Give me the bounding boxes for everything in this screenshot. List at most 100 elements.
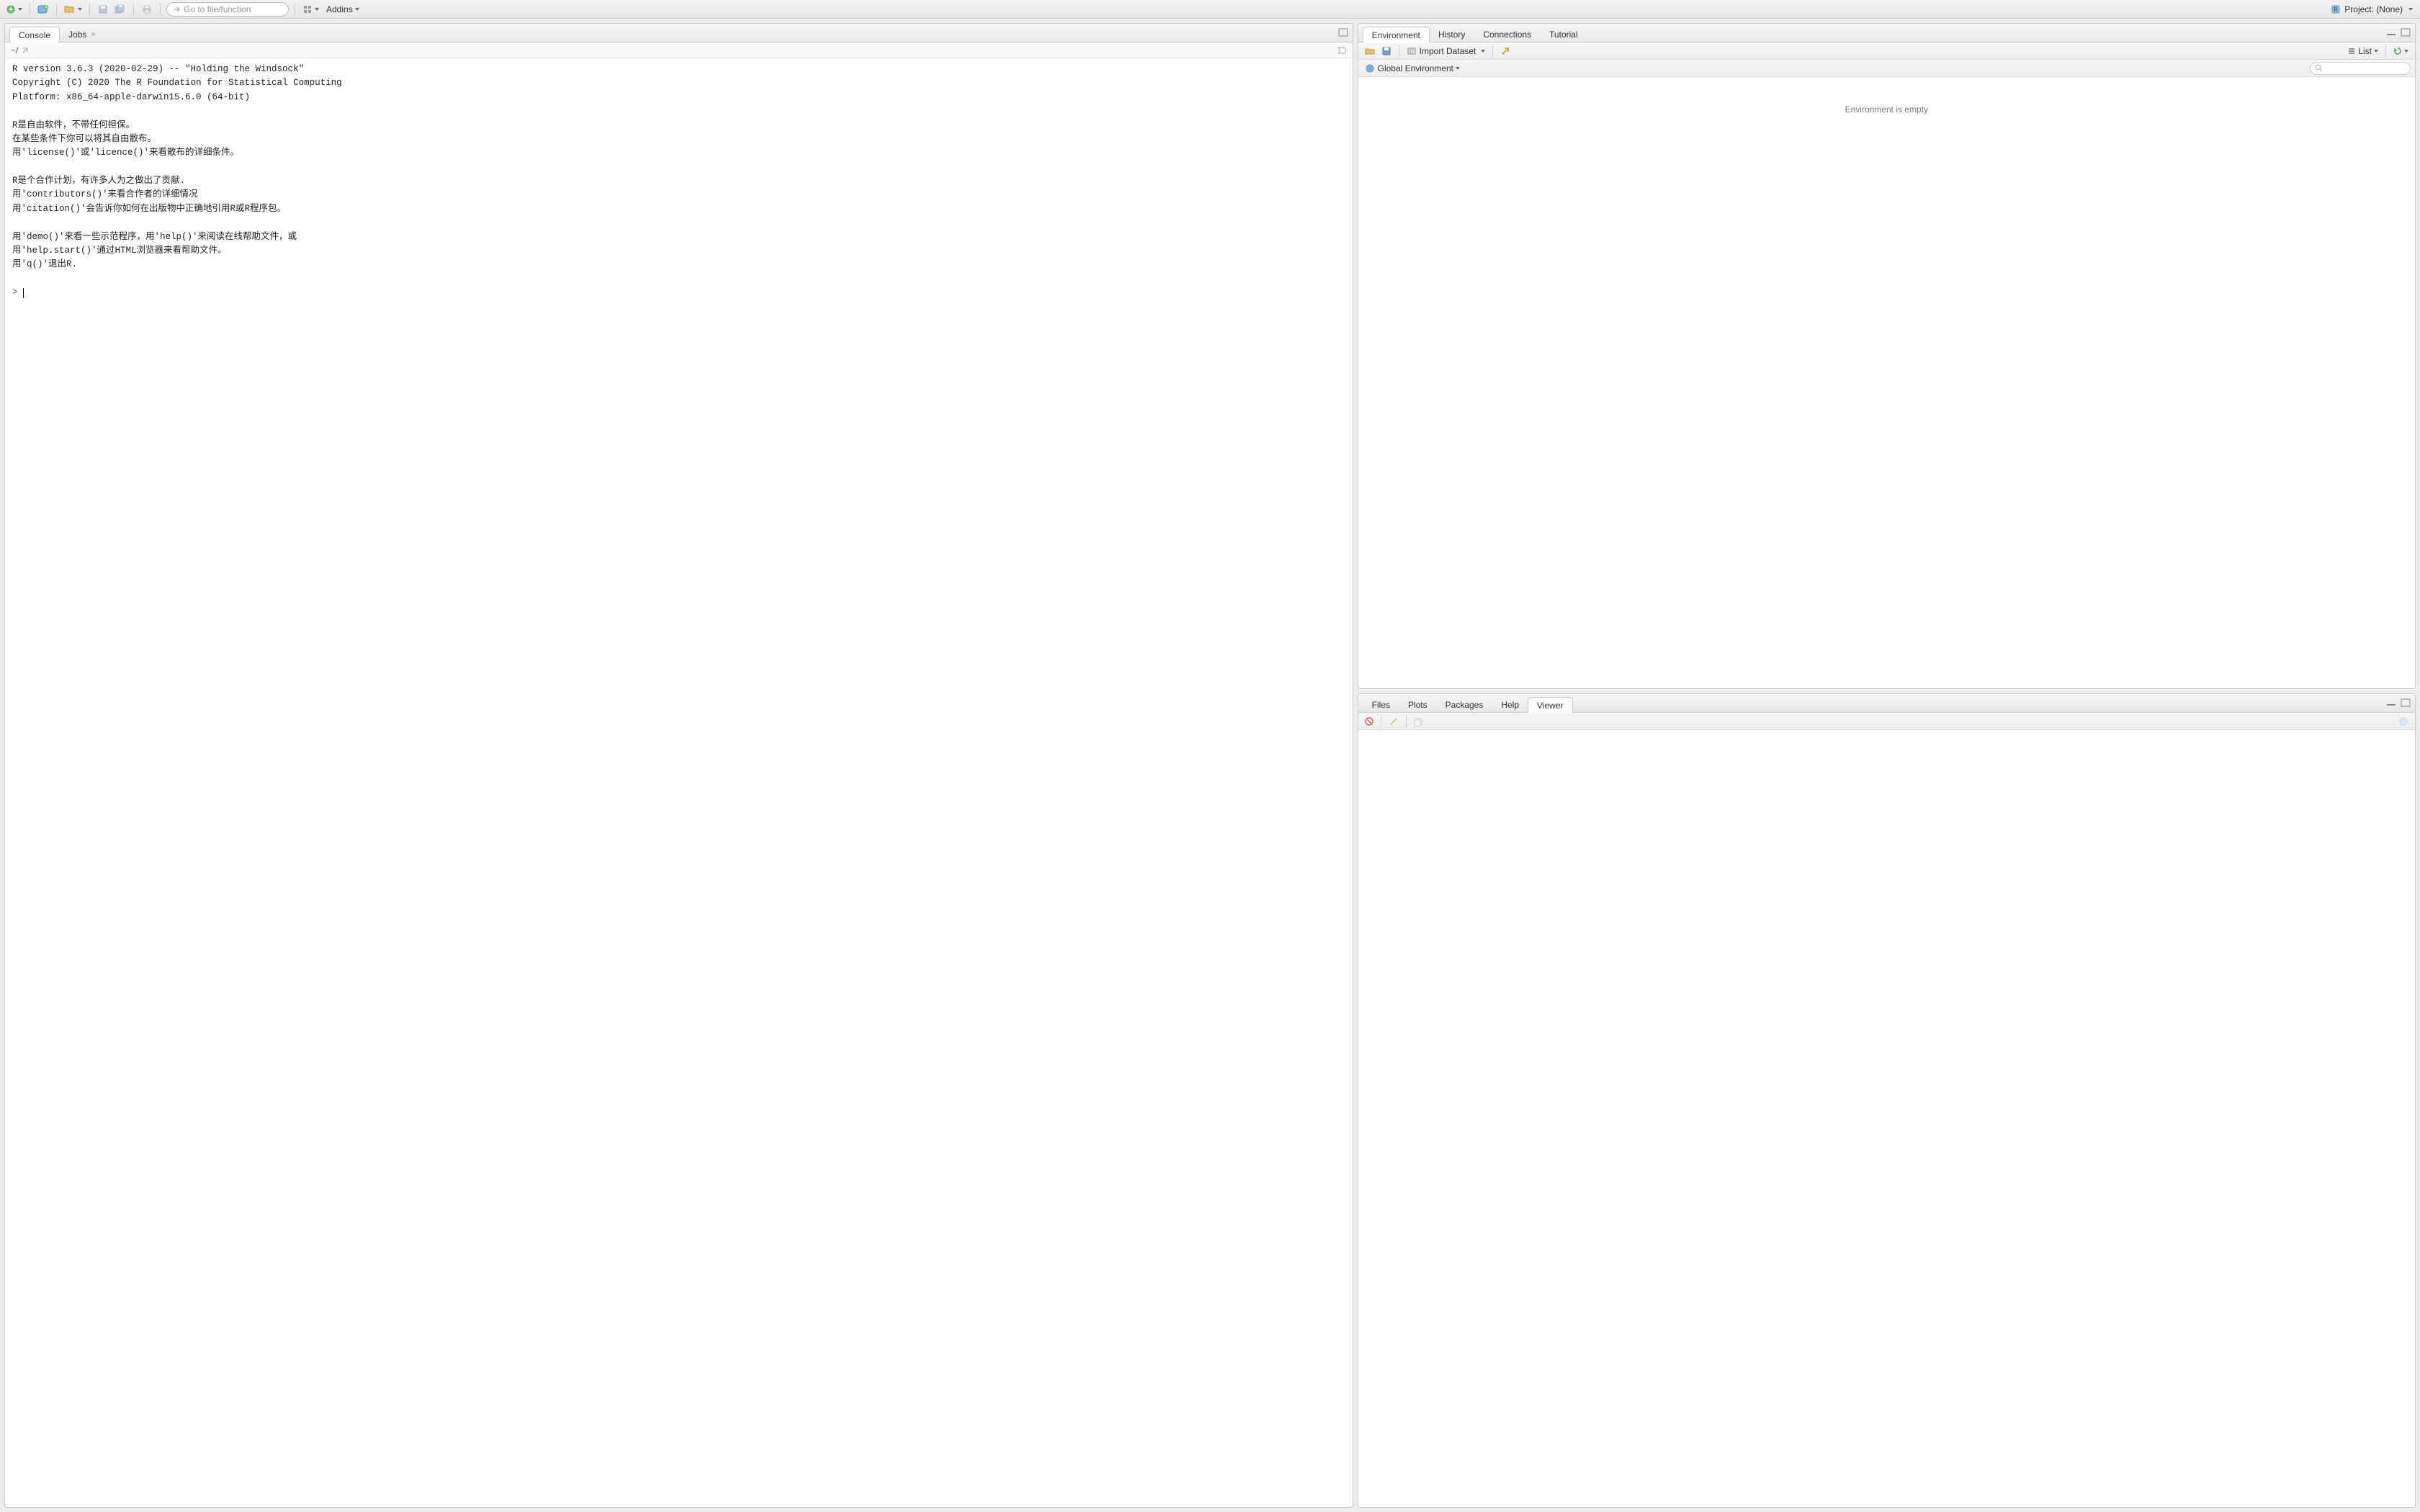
console-header: ~/	[5, 42, 1353, 58]
tab-jobs[interactable]: Jobs ×	[59, 26, 105, 42]
tab-tutorial-label: Tutorial	[1549, 30, 1578, 40]
maximize-icon[interactable]	[2401, 28, 2411, 37]
import-dataset-label: Import Dataset	[1420, 46, 1476, 56]
print-button[interactable]	[140, 2, 154, 17]
addins-label: Addins	[326, 4, 353, 14]
tab-help[interactable]: Help	[1492, 696, 1528, 712]
chevron-down-icon	[2404, 50, 2408, 53]
viewer-tab-row: Files Plots Packages Help Viewer	[1358, 694, 2415, 713]
goto-arrow-icon	[173, 5, 182, 14]
separator	[56, 3, 57, 16]
tab-jobs-label: Jobs	[68, 30, 86, 40]
refresh-button[interactable]	[2391, 45, 2411, 58]
env-empty-text: Environment is empty	[1845, 104, 1928, 114]
tab-viewer-label: Viewer	[1537, 701, 1563, 711]
viewer-body	[1358, 730, 2415, 1507]
popout-icon[interactable]	[21, 46, 30, 55]
import-dataset-button[interactable]: Import Dataset	[1404, 45, 1488, 58]
env-scope-row: Global Environment	[1358, 60, 2415, 77]
separator	[89, 3, 90, 16]
globe-icon	[1365, 63, 1375, 73]
maximize-icon[interactable]	[2401, 698, 2411, 707]
main-body: Console Jobs × ~/	[0, 19, 2420, 1512]
viewer-toolbar	[1358, 713, 2415, 730]
env-search-input[interactable]	[2310, 62, 2411, 75]
left-column: Console Jobs × ~/	[0, 19, 1355, 1512]
open-file-button[interactable]	[63, 2, 84, 17]
load-workspace-button[interactable]	[1363, 45, 1377, 58]
clear-workspace-button[interactable]	[1498, 45, 1512, 58]
tab-history[interactable]: History	[1429, 26, 1474, 42]
maximize-icon[interactable]	[1338, 28, 1348, 37]
tab-connections[interactable]: Connections	[1474, 26, 1541, 42]
chevron-down-icon	[315, 8, 319, 11]
env-scope-label: Global Environment	[1378, 63, 1453, 73]
new-file-button[interactable]	[4, 2, 24, 17]
env-body: Environment is empty	[1358, 77, 2415, 688]
tab-connections-label: Connections	[1483, 30, 1531, 40]
project-icon: R	[2331, 4, 2341, 14]
env-tab-row: Environment History Connections Tutorial	[1358, 24, 2415, 42]
tab-plots[interactable]: Plots	[1399, 696, 1437, 712]
viewer-publish-button[interactable]	[2396, 715, 2411, 728]
app-root: Go to file/function Addins R Project: (N…	[0, 0, 2420, 1512]
left-tab-row: Console Jobs ×	[5, 24, 1353, 42]
view-mode-button[interactable]: List	[2345, 45, 2380, 58]
search-icon	[2315, 64, 2323, 72]
addins-button[interactable]: Addins	[323, 2, 361, 17]
tab-plots-label: Plots	[1408, 700, 1428, 710]
chevron-down-icon	[2408, 8, 2413, 11]
separator	[133, 3, 134, 16]
minimize-icon[interactable]	[2386, 28, 2396, 37]
clear-console-icon[interactable]	[1337, 46, 1347, 55]
goto-placeholder: Go to file/function	[184, 4, 251, 14]
right-column: Environment History Connections Tutorial	[1355, 19, 2420, 1512]
env-toolbar: Import Dataset List	[1358, 42, 2415, 60]
tab-help-label: Help	[1501, 700, 1519, 710]
new-project-button[interactable]	[36, 2, 50, 17]
cursor	[23, 288, 24, 298]
viewer-clear-button[interactable]	[1363, 715, 1376, 728]
tab-packages-label: Packages	[1446, 700, 1484, 710]
tab-packages[interactable]: Packages	[1436, 696, 1493, 712]
close-icon[interactable]: ×	[91, 30, 95, 39]
list-icon	[2347, 47, 2356, 55]
chevron-down-icon	[2374, 50, 2378, 53]
prompt-symbol: >	[12, 286, 18, 300]
import-icon	[1407, 46, 1417, 56]
save-workspace-button[interactable]	[1379, 45, 1394, 58]
tab-environment-label: Environment	[1372, 30, 1420, 40]
project-label: Project: (None)	[2344, 4, 2403, 14]
tab-files[interactable]: Files	[1363, 696, 1399, 712]
tab-environment[interactable]: Environment	[1363, 27, 1430, 42]
viewer-pane: Files Plots Packages Help Viewer	[1358, 693, 2416, 1508]
tab-history-label: History	[1438, 30, 1465, 40]
chevron-down-icon	[1481, 50, 1485, 53]
chevron-down-icon	[78, 8, 82, 11]
env-scope-selector[interactable]: Global Environment	[1363, 62, 1462, 75]
tab-files-label: Files	[1372, 700, 1390, 710]
console-text: R version 3.6.3 (2020-02-29) -- "Holding…	[12, 64, 342, 269]
tab-console-label: Console	[19, 30, 50, 40]
goto-search-input[interactable]: Go to file/function	[166, 2, 289, 17]
save-button[interactable]	[96, 2, 110, 17]
chevron-down-icon	[355, 8, 359, 11]
environment-pane: Environment History Connections Tutorial	[1358, 23, 2416, 689]
save-all-button[interactable]	[113, 2, 127, 17]
tab-console[interactable]: Console	[9, 27, 60, 42]
svg-text:R: R	[2334, 6, 2338, 13]
tab-tutorial[interactable]: Tutorial	[1540, 26, 1587, 42]
tools-grid-button[interactable]	[301, 2, 321, 17]
main-toolbar: Go to file/function Addins R Project: (N…	[0, 0, 2420, 19]
view-mode-label: List	[2358, 46, 2372, 56]
console-pane: Console Jobs × ~/	[4, 23, 1353, 1508]
chevron-down-icon	[1456, 67, 1460, 70]
console-output[interactable]: R version 3.6.3 (2020-02-29) -- "Holding…	[5, 58, 1353, 1507]
minimize-icon[interactable]	[2386, 698, 2396, 707]
viewer-export-button[interactable]	[1412, 715, 1426, 728]
console-path: ~/	[11, 45, 18, 55]
separator	[160, 3, 161, 16]
project-selector[interactable]: R Project: (None)	[2328, 4, 2416, 14]
tab-viewer[interactable]: Viewer	[1528, 697, 1572, 713]
viewer-broom-button[interactable]	[1386, 715, 1401, 728]
